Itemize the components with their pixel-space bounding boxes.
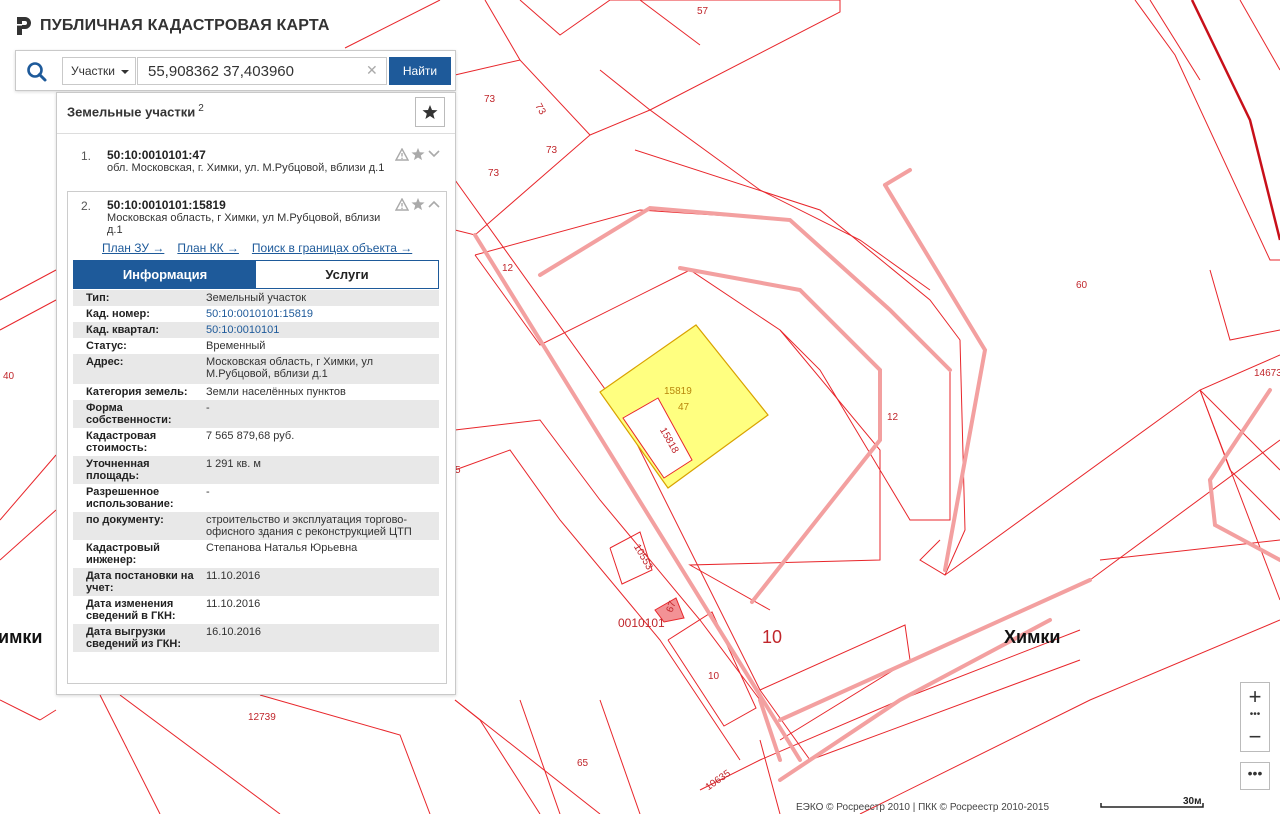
close-icon[interactable]: ✕ (366, 62, 378, 79)
plan-kk-link[interactable]: План КК → (177, 241, 239, 255)
scale-label: 30м (1183, 796, 1202, 807)
star-icon[interactable] (411, 147, 425, 161)
plan-zu-link[interactable]: План ЗУ → (102, 241, 164, 255)
chevron-up-icon[interactable] (427, 198, 441, 210)
app-brand: ПУБЛИЧНАЯ КАДАСТРОВАЯ КАРТА (16, 16, 330, 36)
cadastral-number-link[interactable]: 50:10:0010101:15819 (200, 306, 439, 322)
result-actions (395, 197, 441, 211)
attribution: ЕЭКО © Росреестр 2010 | ПКК © Росреестр … (796, 802, 1050, 813)
warning-icon[interactable] (395, 147, 409, 161)
map-label-large: 10 (762, 627, 782, 647)
warning-icon[interactable] (395, 197, 409, 211)
chevron-down-icon[interactable] (427, 148, 441, 160)
result-number: 2. (81, 199, 92, 213)
find-button[interactable]: Найти (389, 57, 451, 85)
map-label: 60 (1076, 280, 1088, 291)
info-row: Адрес: Московская область, г Химки, ул М.… (73, 354, 439, 384)
panel-title: Земельные участки 2 (67, 103, 204, 119)
result-actions (395, 147, 441, 161)
more-options-button[interactable]: ••• (1240, 762, 1270, 790)
info-row: Кадастровая стоимость: 7 565 879,68 руб. (86, 430, 295, 454)
map-label: 73 (546, 145, 558, 156)
map-label: 12739 (248, 712, 276, 723)
info-row: Форма собственности: - (73, 400, 439, 428)
result-cadastral-number[interactable]: 50:10:0010101:47 (107, 148, 206, 162)
info-row: Статус: Временный (86, 340, 266, 352)
logo-icon (17, 17, 31, 35)
map-label: 15819 (664, 386, 692, 397)
info-table: Тип: Земельный участок Кад. номер: 50:10:0… (73, 290, 439, 652)
map-label: 12 (887, 412, 899, 423)
info-row: Уточненная площадь: 1 291 кв. м (73, 456, 439, 484)
info-row: Кадастровый инженер: Степанова Наталья Юр… (86, 542, 358, 566)
map-label: 47 (678, 402, 690, 413)
info-row: Дата постановки на учет: 11.10.2016 (73, 568, 439, 596)
zoom-level-indicator[interactable]: ••• (1241, 710, 1269, 723)
search-type-select[interactable]: Участки (62, 57, 136, 85)
map-label: 40 (3, 371, 15, 382)
tab-services[interactable]: Услуги (256, 261, 438, 288)
search-in-bounds-link[interactable]: Поиск в границах объекта → (252, 241, 412, 255)
divider (57, 133, 455, 134)
result-address: обл. Московская, г. Химки, ул. М.Рубцово… (107, 162, 385, 174)
info-row: Дата выгрузки сведений из ГКН: 16.10.2016 (73, 624, 439, 652)
star-icon[interactable] (411, 197, 425, 211)
zoom-control: + ••• − (1240, 682, 1270, 752)
cadastral-quarter-link[interactable]: 50:10:0010101 (200, 322, 439, 338)
chevron-down-icon (121, 70, 129, 74)
map-label: 57 (697, 6, 709, 17)
search-icon[interactable] (26, 61, 48, 83)
tab-information[interactable]: Информация (74, 261, 256, 288)
map-label: 73 (532, 102, 547, 118)
object-links: План ЗУ → План КК → Поиск в границах объ… (102, 241, 412, 255)
results-panel: Земельные участки 2 1. 50:10:0010101:47 о… (56, 92, 456, 695)
map-label: 14673 (1254, 368, 1280, 379)
zoom-out-button[interactable]: − (1241, 723, 1269, 751)
info-row: Тип: Земельный участок (73, 290, 439, 306)
map-label: 10635 (704, 768, 733, 793)
info-row: Категория земель: Земли населённых пункто… (86, 386, 346, 398)
map-label: 73 (484, 94, 496, 105)
map-label: 10553 (631, 542, 655, 572)
results-count: 2 (198, 103, 204, 114)
result-cadastral-number[interactable]: 50:10:0010101:15819 (107, 198, 226, 212)
star-icon (422, 105, 438, 119)
city-label: Химки (1004, 627, 1060, 647)
favorites-button[interactable] (415, 97, 445, 127)
map-label: 65 (577, 758, 589, 769)
result-address: Московская область, г Химки, ул М.Рубцов… (107, 212, 381, 236)
panel-title-text: Земельные участки (67, 104, 196, 120)
map-label: 10 (708, 671, 720, 682)
result-number: 1. (81, 149, 92, 163)
search-input[interactable] (137, 57, 387, 85)
info-row: по документу: строительство и эксплуатаци… (73, 512, 439, 540)
app-title: ПУБЛИЧНАЯ КАДАСТРОВАЯ КАРТА (40, 17, 330, 34)
info-row: Дата изменения сведений в ГКН: 11.10.2016 (86, 598, 261, 622)
city-label: Химки (0, 627, 42, 647)
info-row: Кад. квартал: 50:10:0010101 (73, 322, 439, 338)
info-row: Разрешенное использование: - (86, 486, 210, 510)
quarter-label: 0010101 (618, 616, 665, 630)
info-tabs: Информация Услуги (73, 260, 439, 289)
zoom-in-button[interactable]: + (1241, 683, 1269, 711)
map-label: 73 (488, 168, 500, 179)
search-bar: Участки ✕ Найти (15, 50, 456, 91)
info-row: Кад. номер: 50:10:0010101:15819 (73, 306, 439, 322)
search-type-label: Участки (71, 64, 115, 78)
map-label: 12 (502, 263, 514, 274)
